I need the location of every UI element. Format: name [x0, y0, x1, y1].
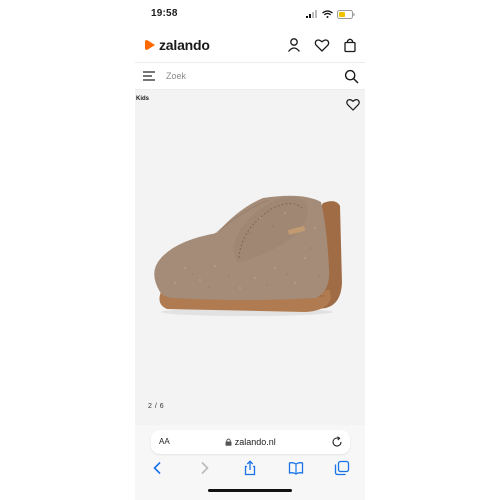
reload-icon[interactable] [331, 435, 343, 447]
wishlist-icon[interactable] [313, 36, 331, 54]
favorite-heart-icon[interactable] [345, 96, 361, 112]
bookmarks-book-icon[interactable] [288, 460, 304, 476]
status-icons [306, 9, 355, 19]
share-icon[interactable] [242, 460, 258, 476]
phone-screen: 19:58 zalando Zoek Kids 2 / 6 AA zalando… [135, 0, 365, 500]
url-display[interactable]: zalando.nl [151, 437, 350, 447]
search-bar [135, 63, 365, 90]
browser-bar: AA zalando.nl [135, 425, 365, 500]
wifi-icon [322, 10, 333, 18]
search-icon[interactable] [344, 69, 359, 84]
tabs-icon[interactable] [334, 460, 350, 476]
lock-icon [225, 438, 232, 446]
category-tag: Kids [136, 96, 150, 102]
status-time: 19:58 [151, 8, 178, 19]
url-text: zalando.nl [234, 437, 276, 447]
forward-arrow-icon[interactable] [196, 460, 212, 476]
signal-icon [306, 10, 317, 18]
account-icon[interactable] [285, 36, 303, 54]
search-input[interactable] [166, 69, 326, 83]
home-indicator [208, 489, 292, 492]
brand-mark-icon [145, 40, 155, 50]
product-image-felt-slipper [154, 195, 342, 316]
brand-name: zalando [159, 37, 210, 53]
back-arrow-icon[interactable] [150, 460, 166, 476]
product-gallery[interactable]: Kids 2 / 6 [135, 90, 365, 425]
site-header: zalando [135, 28, 365, 63]
battery-icon [337, 9, 355, 19]
menu-icon[interactable] [142, 69, 156, 83]
status-bar: 19:58 [135, 0, 365, 28]
image-counter: 2 / 6 [148, 403, 165, 410]
cart-bag-icon[interactable] [341, 36, 359, 54]
header-actions [285, 36, 359, 54]
address-bar[interactable]: AA zalando.nl [151, 430, 350, 454]
zalando-logo[interactable]: zalando [144, 37, 210, 53]
browser-toolbar [135, 457, 365, 479]
